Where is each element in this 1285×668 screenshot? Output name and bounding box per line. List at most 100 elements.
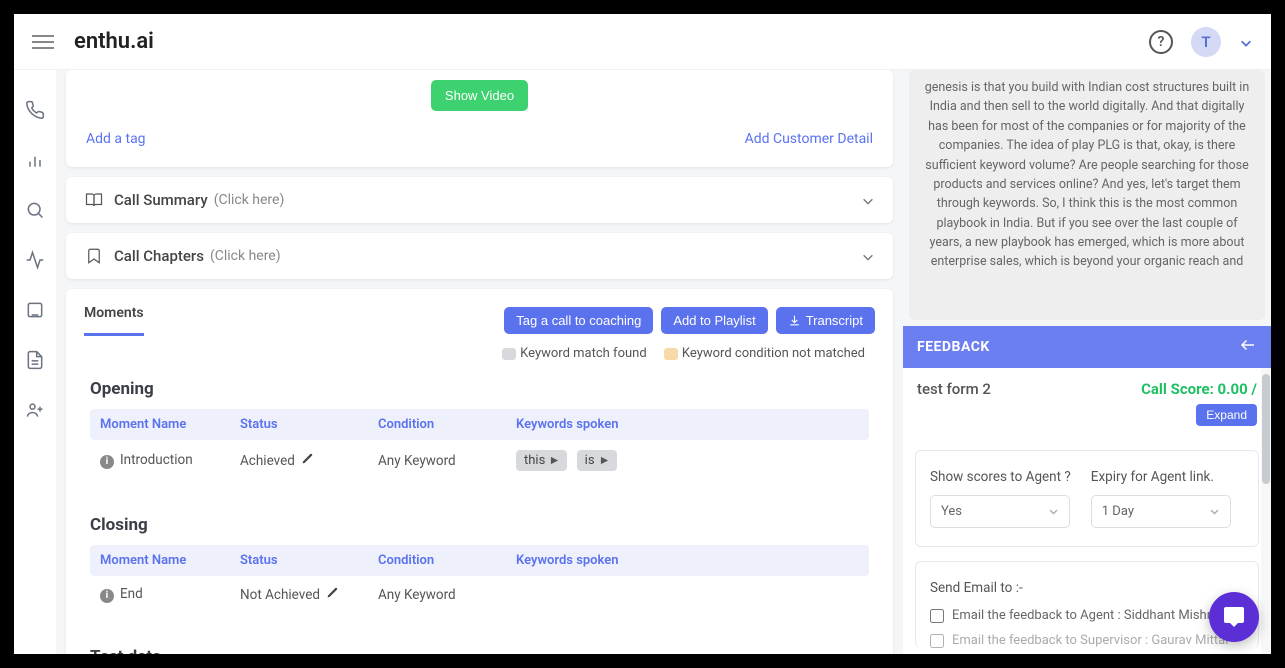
chevron-down-icon[interactable] <box>1239 35 1253 49</box>
col-keywords: Keywords spoken <box>516 417 859 432</box>
tag-coaching-button[interactable]: Tag a call to coaching <box>504 307 653 334</box>
add-playlist-button[interactable]: Add to Playlist <box>661 307 767 334</box>
show-scores-value: Yes <box>941 504 962 519</box>
send-email-label: Send Email to :- <box>930 580 1244 596</box>
play-icon <box>600 456 609 465</box>
table-row: iIntroduction Achieved Any Keyword this … <box>90 440 869 481</box>
info-icon[interactable]: i <box>100 589 114 603</box>
bookmark-icon <box>84 247 104 265</box>
bar-chart-icon[interactable] <box>25 150 45 170</box>
call-chapters-hint: (Click here) <box>210 248 281 264</box>
moment-status: Not Achieved <box>240 587 320 603</box>
info-icon[interactable]: i <box>100 455 114 469</box>
email-supervisor-checkbox-row[interactable]: Email the feedback to Supervisor : Gaura… <box>930 633 1244 648</box>
back-arrow-icon[interactable] <box>1239 336 1257 358</box>
section-testdata: Test data <box>66 637 893 654</box>
email-agent-checkbox[interactable] <box>930 609 944 623</box>
pencil-icon[interactable] <box>301 452 314 469</box>
call-chapters-collapsible[interactable]: Call Chapters (Click here) <box>66 233 893 279</box>
tab-moments[interactable]: Moments <box>84 305 144 336</box>
col-moment-name: Moment Name <box>100 417 240 432</box>
chevron-down-icon <box>861 249 875 263</box>
feedback-title: FEEDBACK <box>917 339 990 355</box>
video-card: Show Video Add a tag Add Customer Detail <box>66 70 893 167</box>
transcript-button-label: Transcript <box>806 313 863 328</box>
activity-icon[interactable] <box>25 250 45 270</box>
add-tag-link[interactable]: Add a tag <box>86 131 146 147</box>
expiry-label: Expiry for Agent link. <box>1091 469 1231 485</box>
moment-name: End <box>120 586 143 602</box>
moments-card: Moments Tag a call to coaching Add to Pl… <box>66 289 893 654</box>
transcript-text: genesis is that you build with Indian co… <box>925 80 1250 269</box>
download-icon <box>788 314 801 327</box>
feedback-header: FEEDBACK <box>903 326 1271 368</box>
expand-button[interactable]: Expand <box>1196 404 1257 426</box>
call-score: Call Score: 0.00 / <box>1141 380 1257 398</box>
legend-notmatched-chip <box>664 348 678 360</box>
table-row: i End Not Achieved Any Keyword <box>90 576 869 613</box>
book-icon[interactable] <box>25 300 45 320</box>
play-icon <box>550 456 559 465</box>
expiry-value: 1 Day <box>1102 504 1134 519</box>
search-icon[interactable] <box>25 200 45 220</box>
section-title: Closing <box>90 515 869 535</box>
feedback-settings-box: Show scores to Agent ? Yes Expiry for Ag… <box>915 450 1259 547</box>
chevron-down-icon <box>1209 506 1220 517</box>
section-title: Opening <box>90 379 869 399</box>
moment-condition: Any Keyword <box>378 453 516 469</box>
transcript-panel[interactable]: genesis is that you build with Indian co… <box>909 70 1265 320</box>
legend-row: Keyword match found Keyword condition no… <box>66 336 893 369</box>
feedback-form-name: test form 2 <box>917 380 991 398</box>
call-summary-title: Call Summary <box>114 191 208 209</box>
chevron-down-icon <box>1048 506 1059 517</box>
book-open-icon <box>84 191 104 209</box>
email-supervisor-checkbox[interactable] <box>930 634 944 648</box>
call-chapters-title: Call Chapters <box>114 247 204 265</box>
col-status: Status <box>240 417 378 432</box>
chat-icon <box>1222 605 1246 629</box>
email-agent-checkbox-row[interactable]: Email the feedback to Agent : Siddhant M… <box>930 608 1244 623</box>
keyword-label: is <box>585 453 595 468</box>
topbar: enthu.ai ? T <box>14 14 1271 70</box>
feedback-email-box: Send Email to :- Email the feedback to A… <box>915 561 1259 648</box>
call-summary-hint: (Click here) <box>214 192 285 208</box>
legend-notmatched-label: Keyword condition not matched <box>682 346 865 361</box>
col-condition: Condition <box>378 553 516 568</box>
col-condition: Condition <box>378 417 516 432</box>
pencil-icon[interactable] <box>326 586 339 603</box>
col-keywords: Keywords spoken <box>516 553 859 568</box>
document-icon[interactable] <box>25 350 45 370</box>
email-supervisor-label: Email the feedback to Supervisor : Gaura… <box>952 633 1228 648</box>
legend-matched-chip <box>502 348 516 360</box>
brand: enthu.ai <box>74 29 154 54</box>
col-moment-name: Moment Name <box>100 553 240 568</box>
chevron-down-icon <box>861 193 875 207</box>
add-customer-link[interactable]: Add Customer Detail <box>745 131 873 147</box>
phone-icon[interactable] <box>25 100 45 120</box>
keyword-chip[interactable]: is <box>577 450 617 471</box>
avatar[interactable]: T <box>1191 27 1221 57</box>
legend-matched-label: Keyword match found <box>520 346 647 361</box>
section-opening: Opening Moment Name Status Condition Key… <box>66 369 893 505</box>
transcript-button[interactable]: Transcript <box>776 307 875 334</box>
show-scores-select[interactable]: Yes <box>930 495 1070 528</box>
scrollbar-track[interactable] <box>1261 368 1271 654</box>
moment-status: Achieved <box>240 453 295 469</box>
section-title: Test data <box>90 647 869 654</box>
expiry-select[interactable]: 1 Day <box>1091 495 1231 528</box>
users-icon[interactable] <box>25 400 45 420</box>
sidebar <box>14 70 56 654</box>
right-column: genesis is that you build with Indian co… <box>903 70 1271 654</box>
chat-fab[interactable] <box>1209 592 1259 642</box>
help-icon[interactable]: ? <box>1149 30 1173 54</box>
show-video-button[interactable]: Show Video <box>431 80 528 111</box>
col-status: Status <box>240 553 378 568</box>
section-closing: Closing Moment Name Status Condition Key… <box>66 505 893 637</box>
hamburger-menu[interactable] <box>32 31 54 53</box>
call-summary-collapsible[interactable]: Call Summary (Click here) <box>66 177 893 223</box>
table-header: Moment Name Status Condition Keywords sp… <box>90 409 869 440</box>
show-scores-label: Show scores to Agent ? <box>930 469 1071 485</box>
moment-condition: Any Keyword <box>378 587 516 603</box>
scrollbar-thumb[interactable] <box>1262 374 1270 484</box>
keyword-chip[interactable]: this <box>516 450 567 471</box>
